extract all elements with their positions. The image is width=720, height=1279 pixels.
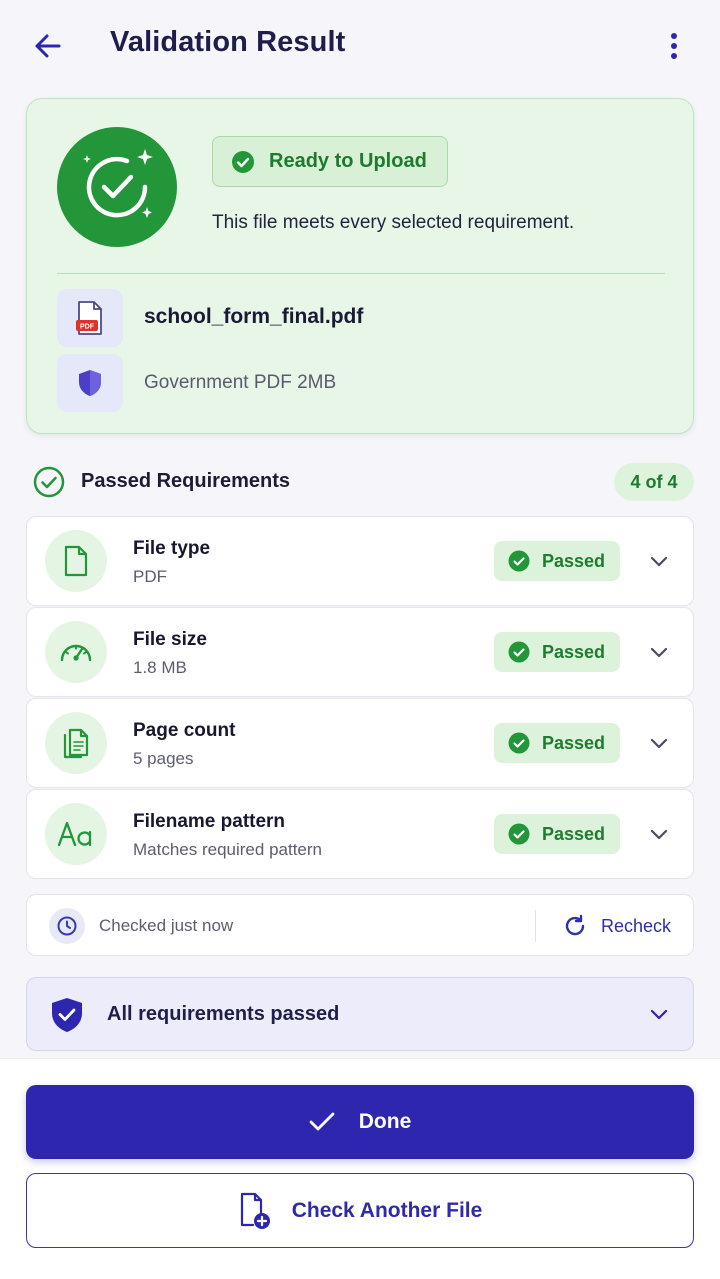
passed-badge: Passed — [494, 541, 620, 581]
requirement-title: File size — [133, 629, 207, 650]
more-options-button[interactable] — [656, 28, 692, 64]
chevron-down-icon[interactable] — [647, 1003, 671, 1027]
requirement-row-filename-pattern[interactable]: Filename pattern Matches required patter… — [26, 789, 694, 879]
requirement-title: Page count — [133, 720, 236, 741]
requirements-count-badge: 4 of 4 — [614, 463, 694, 501]
check-circle-icon — [508, 823, 530, 845]
passed-label: Passed — [542, 641, 606, 662]
passed-label: Passed — [542, 732, 606, 753]
requirement-value: 5 pages — [133, 749, 194, 768]
check-circle-icon — [508, 641, 530, 663]
page-title: Validation Result — [110, 26, 346, 58]
requirement-profile: Government PDF 2MB — [144, 372, 337, 393]
passed-label: Passed — [542, 550, 606, 571]
pdf-badge-text: PDF — [80, 324, 95, 331]
done-label: Done — [358, 1110, 412, 1133]
status-label: Ready to Upload — [269, 150, 427, 172]
requirement-value: PDF — [133, 567, 167, 586]
recheck-label: Recheck — [601, 915, 672, 936]
summary-label: All requirements passed — [107, 1003, 340, 1025]
passed-badge: Passed — [494, 814, 620, 854]
file-add-icon — [240, 1192, 270, 1229]
done-button[interactable]: Done — [26, 1085, 694, 1159]
checkmark-icon — [309, 1112, 335, 1131]
divider — [57, 273, 665, 274]
pages-icon — [45, 712, 107, 774]
chevron-down-icon[interactable] — [647, 641, 671, 665]
text-aa-icon — [45, 803, 107, 865]
chevron-down-icon[interactable] — [647, 732, 671, 756]
chevron-down-icon[interactable] — [647, 550, 671, 574]
checked-status-bar: Checked just now Recheck — [26, 894, 694, 956]
validation-result-card: Ready to Upload This file meets every se… — [26, 98, 694, 434]
requirement-value: Matches required pattern — [133, 840, 322, 859]
passed-badge: Passed — [494, 723, 620, 763]
check-another-file-button[interactable]: Check Another File — [26, 1173, 694, 1248]
check-another-label: Check Another File — [291, 1198, 483, 1222]
check-circle-icon — [508, 732, 530, 754]
ready-status-badge: Ready to Upload — [212, 136, 448, 187]
passed-badge: Passed — [494, 632, 620, 672]
back-button[interactable] — [30, 28, 66, 64]
arrow-left-icon — [35, 34, 61, 58]
gauge-icon — [45, 621, 107, 683]
shield-check-icon — [52, 998, 82, 1032]
requirement-value: 1.8 MB — [133, 658, 187, 677]
more-vertical-icon — [671, 33, 677, 59]
pdf-file-icon: PDF — [57, 289, 123, 347]
passed-requirements-header: Passed Requirements 4 of 4 — [26, 460, 694, 504]
status-description: This file meets every selected requireme… — [212, 212, 575, 233]
check-circle-icon — [232, 150, 254, 173]
check-circle-outline-icon — [33, 466, 65, 498]
requirement-row-file-type[interactable]: File type PDF Passed — [26, 516, 694, 606]
all-requirements-summary[interactable]: All requirements passed — [26, 977, 694, 1051]
app-header: Validation Result — [0, 0, 720, 92]
success-check-icon — [57, 127, 177, 247]
clock-icon — [49, 908, 85, 944]
refresh-icon — [565, 914, 585, 936]
shield-icon — [57, 354, 123, 412]
file-name: school_form_final.pdf — [144, 305, 364, 328]
requirement-row-file-size[interactable]: File size 1.8 MB Passed — [26, 607, 694, 697]
check-circle-icon — [508, 550, 530, 572]
recheck-button[interactable]: Recheck — [563, 909, 671, 943]
requirement-title: Filename pattern — [133, 811, 286, 832]
requirement-row-page-count[interactable]: Page count 5 pages Passed — [26, 698, 694, 788]
checked-time-text: Checked just now — [99, 916, 234, 935]
passed-label: Passed — [542, 823, 606, 844]
section-title: Passed Requirements — [81, 470, 290, 492]
divider — [535, 910, 536, 942]
document-icon — [45, 530, 107, 592]
requirement-title: File type — [133, 538, 211, 559]
chevron-down-icon[interactable] — [647, 823, 671, 847]
